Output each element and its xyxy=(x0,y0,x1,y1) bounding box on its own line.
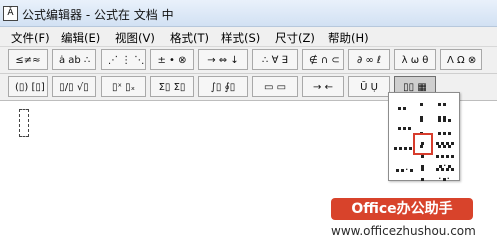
matrix-ellipsis-col-option[interactable] xyxy=(420,159,425,185)
palette-embellishments-button[interactable]: ⋰ ⋮ ⋱ xyxy=(101,49,146,70)
menu-help[interactable]: 帮助(H) xyxy=(328,30,369,46)
palette-fractions-button[interactable]: ▯/▯ √▯ xyxy=(52,76,96,97)
menu-size[interactable]: 尺寸(Z) xyxy=(275,30,315,46)
watermark-url: www.officezhushou.com xyxy=(331,224,476,238)
palette-products-button[interactable]: Ū Ụ xyxy=(348,76,390,97)
selected-template-highlight xyxy=(413,133,433,155)
palette-greek-lower-button[interactable]: λ ω θ xyxy=(394,49,436,70)
menu-style[interactable]: 样式(S) xyxy=(221,30,260,46)
palette-arrows-button[interactable]: → ⇔ ↓ xyxy=(198,49,248,70)
menu-bar: 文件(F) 编辑(E) 视图(V) 格式(T) 样式(S) 尺寸(Z) 帮助(H… xyxy=(0,27,497,47)
matrix-ellipsis-grid-option[interactable]: · · · xyxy=(438,159,452,185)
palette-spaces-button[interactable]: ȧ ab ∴ xyxy=(52,49,96,70)
palette-sets-button[interactable]: ∉ ∩ ⊂ xyxy=(302,49,344,70)
matrix-template-dropdown: · · · · xyxy=(388,92,460,185)
palette-fences-button[interactable]: (▯) [▯] xyxy=(8,76,48,97)
window-title: 公式编辑器 - 公式在 文档 中 xyxy=(22,8,174,22)
menu-format[interactable]: 格式(T) xyxy=(170,30,209,46)
palette-integrals-button[interactable]: ∫▯ ∮▯ xyxy=(198,76,248,97)
menu-view[interactable]: 视图(V) xyxy=(115,30,155,46)
menu-file[interactable]: 文件(F) xyxy=(11,30,50,46)
palette-greek-upper-button[interactable]: Λ Ω ⊗ xyxy=(440,49,482,70)
palette-logic-button[interactable]: ∴ ∀ ∃ xyxy=(252,49,298,70)
palette-labeled-arrows-button[interactable]: → ← xyxy=(302,76,344,97)
watermark-logo: Office办公助手 xyxy=(331,198,473,220)
matrix-4-row-option[interactable] xyxy=(393,141,413,154)
matrix-2-row-option[interactable] xyxy=(397,101,407,114)
equation-editor-window: Ǎ 公式编辑器 - 公式在 文档 中 文件(F) 编辑(E) 视图(V) 格式(… xyxy=(0,0,497,244)
insertion-slot[interactable] xyxy=(19,109,29,137)
title-bar: Ǎ 公式编辑器 - 公式在 文档 中 xyxy=(0,0,497,27)
palette-summations-button[interactable]: Σ▯ Σ▯ xyxy=(150,76,194,97)
palette-subscripts-button[interactable]: ▯ˣ ▯ₓ xyxy=(101,76,146,97)
palette-operators-button[interactable]: ± • ⊗ xyxy=(150,49,194,70)
menu-edit[interactable]: 编辑(E) xyxy=(61,30,100,46)
matrix-ellipsis-row-option[interactable]: · xyxy=(395,163,414,176)
symbol-palette-row: ≤≠≈ ȧ ab ∴ ⋰ ⋮ ⋱ ± • ⊗ → ⇔ ↓ ∴ ∀ ∃ ∉ ∩ ⊂… xyxy=(0,47,497,74)
app-icon: Ǎ xyxy=(3,6,18,21)
palette-overbars-button[interactable]: ▭ ▭ xyxy=(252,76,298,97)
palette-misc-button[interactable]: ∂ ∞ ℓ xyxy=(348,49,390,70)
matrix-3-row-option[interactable] xyxy=(397,121,412,134)
palette-relations-button[interactable]: ≤≠≈ xyxy=(8,49,48,70)
